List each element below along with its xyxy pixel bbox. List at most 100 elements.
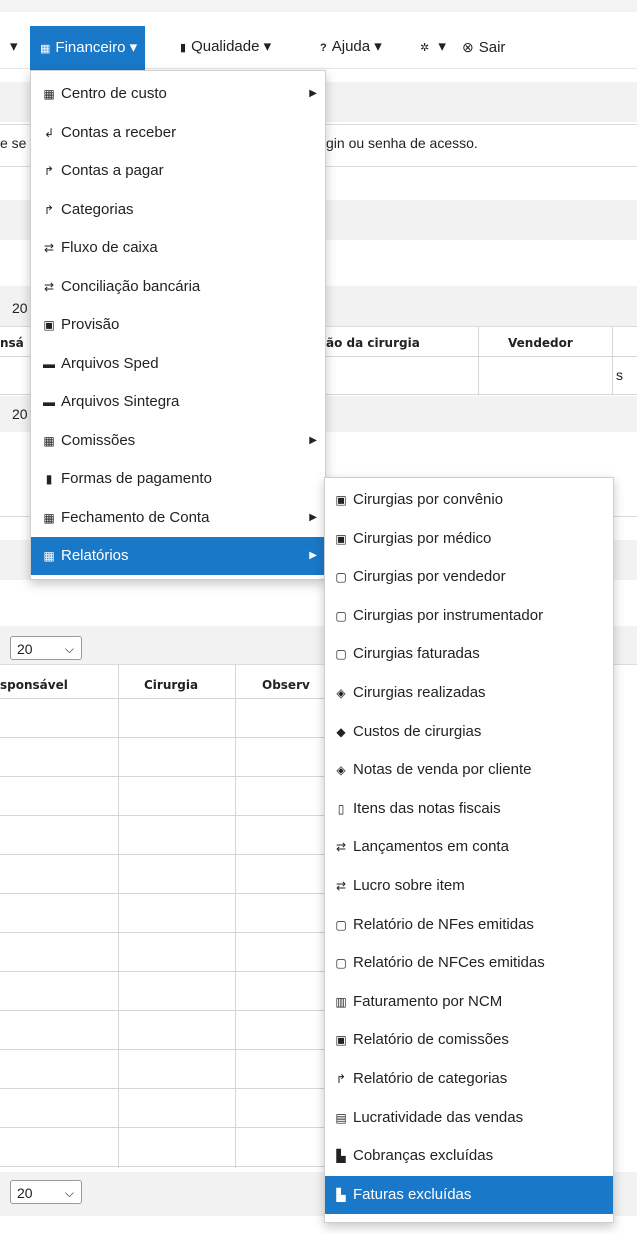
report-item-relatorio-de-categorias[interactable]: ↱ Relatório de categorias bbox=[325, 1060, 613, 1098]
chevron-down-icon: ⌵ bbox=[64, 642, 74, 656]
menu-item-icon: ▦ bbox=[43, 433, 55, 448]
financeiro-menu: ▦ Centro de custo ▶ ↲ Contas a receber ↱ Conta… bbox=[30, 70, 326, 580]
row-divider bbox=[0, 737, 324, 738]
report-item-icon: ▙ bbox=[336, 1187, 346, 1202]
nav-financeiro[interactable]: ▦ Financeiro ▾ bbox=[30, 26, 146, 70]
menu-item-label: Arquivos Sintegra bbox=[61, 393, 180, 410]
report-item-faturamento-por-ncm[interactable]: ▥ Faturamento por NCM bbox=[325, 983, 613, 1021]
col-divider bbox=[478, 326, 479, 394]
menu-item-comissoes[interactable]: ▦ Comissões ▶ bbox=[31, 422, 325, 460]
report-item-cirurgias-realizadas[interactable]: ◈ Cirurgias realizadas bbox=[325, 674, 613, 712]
row-divider bbox=[0, 776, 324, 777]
report-item-label: Relatório de NFCes emitidas bbox=[353, 954, 545, 972]
page-size-fragment: 20 bbox=[12, 406, 28, 422]
report-item-custos-de-cirurgias[interactable]: ◆ Custos de cirurgias bbox=[325, 713, 613, 751]
report-item-cobrancas-excluidas[interactable]: ▙ Cobranças excluídas bbox=[325, 1137, 613, 1175]
table1-header-responsavel: nsá bbox=[0, 336, 24, 350]
page-size-select[interactable]: 20 ⌵ bbox=[10, 636, 82, 660]
report-item-icon: ▢ bbox=[335, 608, 347, 623]
report-item-lancamentos-em-conta[interactable]: ⇄ Lançamentos em conta bbox=[325, 828, 613, 866]
menu-item-icon: ▦ bbox=[43, 549, 55, 563]
row-divider bbox=[0, 854, 324, 855]
menu-item-label: Relatórios bbox=[61, 547, 129, 564]
close-circle-icon: ⊗ bbox=[462, 39, 474, 55]
menu-item-provisao[interactable]: ▣ Provisão bbox=[31, 306, 325, 344]
prev-menu-caret[interactable]: ▾ bbox=[10, 26, 18, 68]
menu-item-icon: ⇄ bbox=[43, 241, 55, 255]
report-item-label: Relatório de comissões bbox=[353, 1031, 509, 1049]
menu-item-label: Comissões bbox=[61, 431, 136, 449]
menu-item-icon: ▮ bbox=[45, 472, 53, 486]
report-item-faturas-excluidas[interactable]: ▙ Faturas excluídas bbox=[325, 1175, 613, 1214]
col-divider bbox=[612, 326, 613, 394]
report-item-relatorio-de-comissoes[interactable]: ▣ Relatório de comissões bbox=[325, 1021, 613, 1059]
menu-item-icon: ↲ bbox=[43, 125, 55, 140]
menu-item-arquivos-sped[interactable]: ▬ Arquivos Sped bbox=[31, 345, 325, 383]
page-size-select-bottom[interactable]: 20 ⌵ bbox=[10, 1180, 82, 1204]
report-item-icon: ▤ bbox=[335, 1110, 347, 1125]
report-item-notas-de-venda-por-cliente[interactable]: ◈ Notas de venda por cliente bbox=[325, 751, 613, 789]
report-item-icon: ◈ bbox=[336, 763, 346, 778]
menu-item-arquivos-sintegra[interactable]: ▬ Arquivos Sintegra bbox=[31, 383, 325, 421]
table2-header-cirurgia: Cirurgia bbox=[144, 678, 199, 692]
nav-sair[interactable]: ⊗ Sair bbox=[462, 26, 505, 68]
chevron-down-icon: ▾ bbox=[374, 38, 382, 55]
menu-item-centro-de-custo[interactable]: ▦ Centro de custo ▶ bbox=[31, 75, 325, 113]
nav-ajuda-label: Ajuda bbox=[331, 38, 371, 55]
relatorios-submenu: ▣ Cirurgias por convênio ▣ Cirurgias por mé… bbox=[324, 477, 614, 1223]
row-divider bbox=[0, 815, 324, 816]
row-divider bbox=[0, 971, 324, 972]
table1-cell-fragment: s bbox=[616, 367, 623, 383]
page-size-value: 20 bbox=[17, 641, 33, 657]
report-item-label: Relatório de NFes emitidas bbox=[353, 915, 534, 933]
report-item-itens-das-notas-fiscais[interactable]: ▯ Itens das notas fiscais bbox=[325, 790, 613, 828]
menu-item-fechamento-de-conta[interactable]: ▦ Fechamento de Conta ▶ bbox=[31, 499, 325, 537]
report-item-lucro-sobre-item[interactable]: ⇄ Lucro sobre item bbox=[325, 867, 613, 905]
report-item-icon: ▣ bbox=[335, 531, 347, 546]
report-item-icon: ◈ bbox=[336, 686, 346, 700]
report-item-label: Cobranças excluídas bbox=[353, 1147, 494, 1165]
row-divider bbox=[0, 1049, 324, 1050]
submenu-arrow-icon: ▶ bbox=[309, 434, 317, 446]
nav-qualidade[interactable]: ▮ Qualidade ▾ bbox=[180, 26, 271, 68]
menu-item-icon: ⇄ bbox=[43, 279, 55, 294]
report-item-icon: ▢ bbox=[335, 647, 347, 662]
report-item-cirurgias-faturadas[interactable]: ▢ Cirurgias faturadas bbox=[325, 635, 613, 673]
menu-item-fluxo-de-caixa[interactable]: ⇄ Fluxo de caixa bbox=[31, 229, 325, 267]
menu-item-conciliacao-bancaria[interactable]: ⇄ Conciliação bancária bbox=[31, 268, 325, 306]
row-divider bbox=[0, 893, 324, 894]
menu-item-relatorios[interactable]: ▦ Relatórios ▶ bbox=[31, 537, 325, 575]
report-item-cirurgias-por-medico[interactable]: ▣ Cirurgias por médico bbox=[325, 520, 613, 558]
chevron-down-icon: ▾ bbox=[438, 38, 446, 55]
menu-item-contas-a-receber[interactable]: ↲ Contas a receber bbox=[31, 114, 325, 152]
report-item-lucratividade-das-vendas[interactable]: ▤ Lucratividade das vendas bbox=[325, 1099, 613, 1137]
menu-item-categorias[interactable]: ↱ Categorias bbox=[31, 191, 325, 229]
menu-item-label: Formas de pagamento bbox=[61, 470, 212, 487]
table1-header-vendedor: Vendedor bbox=[508, 336, 573, 350]
report-item-label: Relatório de categorias bbox=[353, 1070, 508, 1087]
col-divider bbox=[118, 664, 119, 1168]
menu-item-label: Contas a pagar bbox=[61, 162, 164, 179]
gear-icon: ✲ bbox=[420, 42, 430, 54]
nav-settings[interactable]: ✲ ▾ bbox=[420, 26, 446, 68]
row-divider bbox=[0, 698, 324, 699]
row-divider bbox=[0, 1166, 324, 1167]
report-item-relatorio-de-nfces-emitidas[interactable]: ▢ Relatório de NFCes emitidas bbox=[325, 944, 613, 982]
report-item-cirurgias-por-instrumentador[interactable]: ▢ Cirurgias por instrumentador bbox=[325, 597, 613, 635]
menu-item-formas-de-pagamento[interactable]: ▮ Formas de pagamento bbox=[31, 460, 325, 498]
report-item-label: Faturamento por NCM bbox=[353, 992, 503, 1010]
nav-ajuda[interactable]: ? Ajuda ▾ bbox=[320, 26, 382, 68]
menu-item-label: Arquivos Sped bbox=[61, 354, 159, 372]
row-divider bbox=[0, 932, 324, 933]
menu-item-label: Categorias bbox=[61, 200, 134, 218]
menu-item-contas-a-pagar[interactable]: ↱ Contas a pagar bbox=[31, 152, 325, 190]
report-item-icon: ▥ bbox=[335, 994, 347, 1009]
report-item-cirurgias-por-vendedor[interactable]: ▢ Cirurgias por vendedor bbox=[325, 558, 613, 596]
report-item-label: Itens das notas fiscais bbox=[353, 799, 501, 817]
report-item-relatorio-de-nfes-emitidas[interactable]: ▢ Relatório de NFes emitidas bbox=[325, 906, 613, 944]
report-item-label: Cirurgias por vendedor bbox=[353, 568, 506, 586]
login-message: gin ou senha de acesso. bbox=[326, 135, 478, 151]
menu-item-icon: ▬ bbox=[43, 395, 55, 409]
report-item-cirurgias-por-convenio[interactable]: ▣ Cirurgias por convênio bbox=[325, 481, 613, 519]
report-item-label: Cirurgias por convênio bbox=[353, 491, 504, 508]
